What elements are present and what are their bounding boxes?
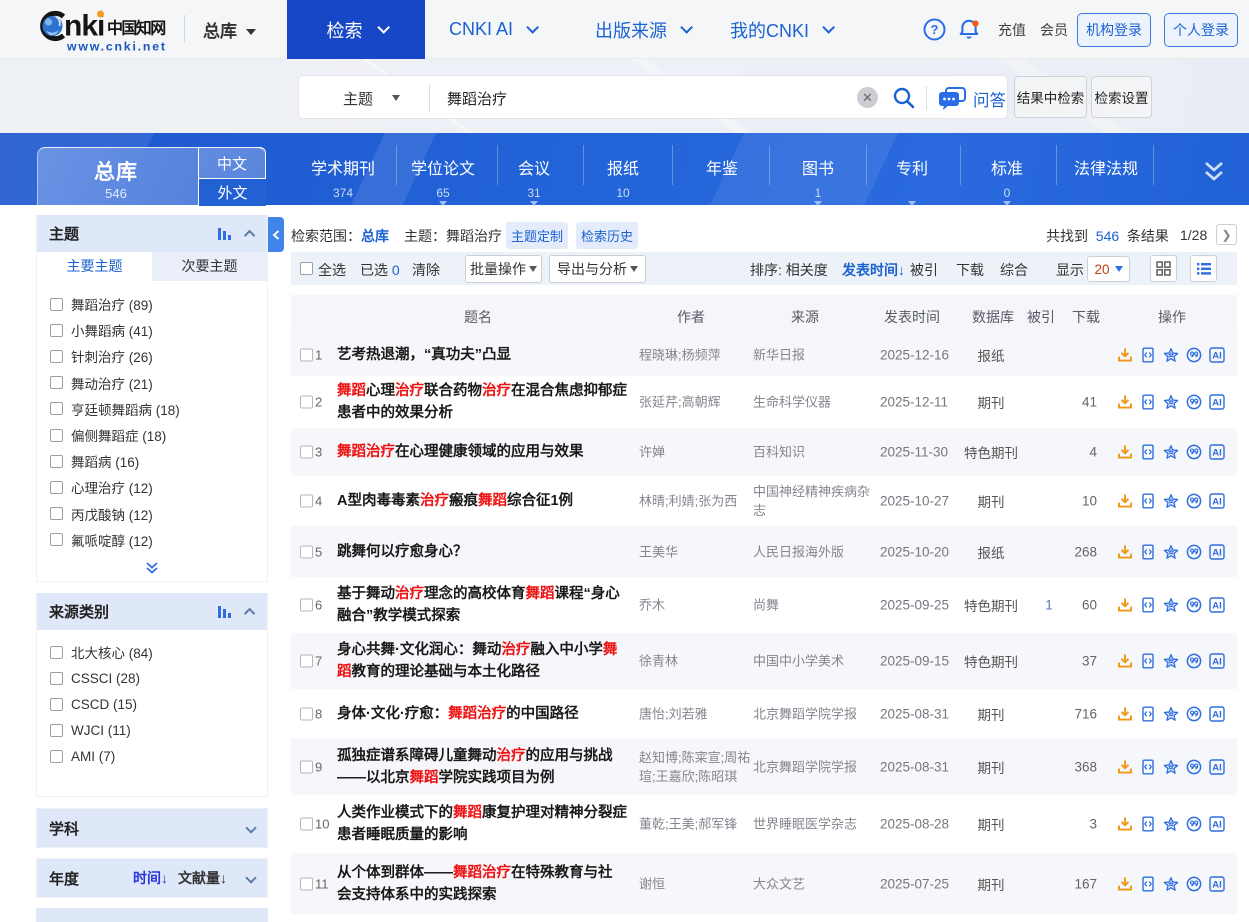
svg-text:中国知网: 中国知网: [107, 19, 165, 38]
svg-text:?: ?: [931, 22, 939, 37]
svg-text:www.cnki.net: www.cnki.net: [66, 40, 167, 54]
